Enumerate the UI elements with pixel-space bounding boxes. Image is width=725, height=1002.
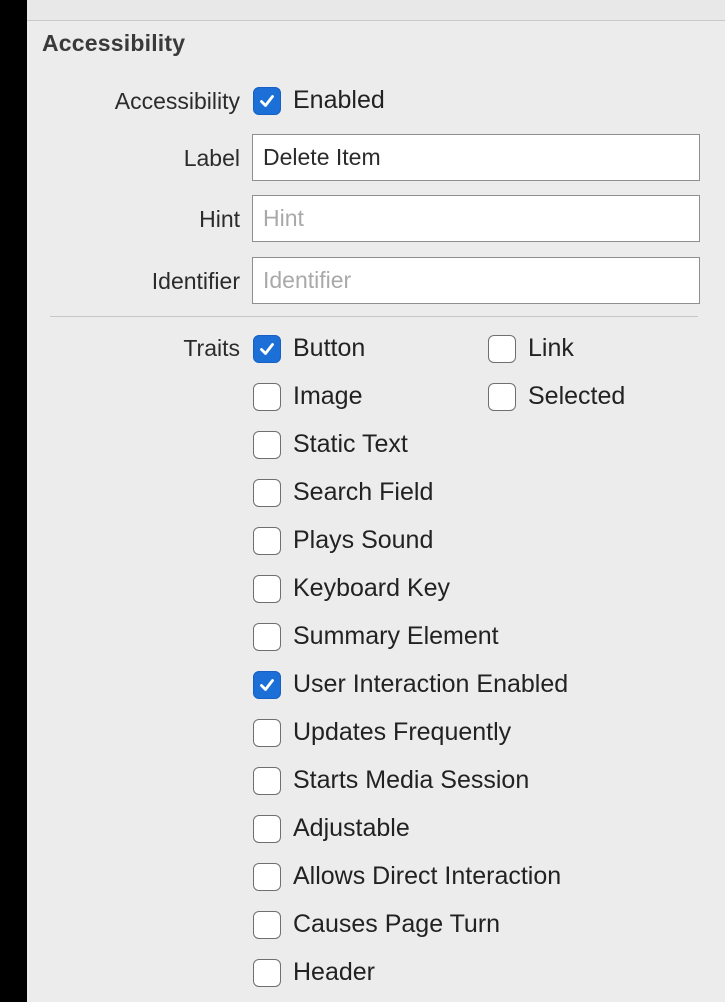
- checkbox-box: [488, 382, 516, 411]
- trait-label: Selected: [528, 382, 626, 410]
- trait-label: Allows Direct Interaction: [293, 862, 562, 890]
- trait-label: Starts Media Session: [293, 766, 530, 794]
- checkbox-box: [253, 86, 281, 115]
- label-input[interactable]: [252, 134, 700, 181]
- checkbox-box: [253, 526, 281, 555]
- trait-label: Summary Element: [293, 622, 499, 650]
- label-row-label: Label: [183, 145, 240, 171]
- accessibility-enabled-checkbox[interactable]: Enabled: [253, 86, 385, 115]
- trait-label: Keyboard Key: [293, 574, 451, 602]
- checkbox-box: [253, 814, 281, 843]
- checkbox-box: [253, 622, 281, 651]
- checkbox-box: [253, 430, 281, 459]
- identifier-input[interactable]: [252, 257, 700, 304]
- checkbox-box: [253, 382, 281, 411]
- checkbox-box: [253, 574, 281, 603]
- trait-summary-element-checkbox[interactable]: Summary Element: [253, 622, 499, 651]
- checkbox-box: [253, 958, 281, 987]
- trait-label: Static Text: [293, 430, 408, 458]
- trait-updates-frequently-checkbox[interactable]: Updates Frequently: [253, 718, 511, 747]
- trait-image-checkbox[interactable]: Image: [253, 382, 362, 411]
- trait-label: Header: [293, 958, 375, 986]
- trait-causes-page-turn-checkbox[interactable]: Causes Page Turn: [253, 910, 500, 939]
- section-divider: [50, 316, 698, 317]
- checkbox-box: [253, 766, 281, 795]
- checkmark-icon: [260, 94, 274, 107]
- trait-static-text-checkbox[interactable]: Static Text: [253, 430, 408, 459]
- trait-label: User Interaction Enabled: [293, 670, 569, 698]
- trait-label: Link: [528, 334, 574, 362]
- traits-label: Traits: [183, 335, 240, 361]
- trait-label: Adjustable: [293, 814, 410, 842]
- checkmark-icon: [260, 342, 274, 355]
- trait-label: Image: [293, 382, 363, 410]
- trait-header-checkbox[interactable]: Header: [253, 958, 375, 987]
- hint-input[interactable]: [252, 195, 700, 242]
- checkbox-box: [488, 334, 516, 363]
- panel-top-bar: [27, 0, 725, 21]
- accessibility-row-label: Accessibility: [114, 88, 240, 114]
- trait-label: Plays Sound: [293, 526, 434, 554]
- trait-label: Button: [293, 334, 366, 362]
- trait-keyboard-key-checkbox[interactable]: Keyboard Key: [253, 574, 450, 603]
- trait-plays-sound-checkbox[interactable]: Plays Sound: [253, 526, 433, 555]
- checkbox-box: [253, 670, 281, 699]
- checkbox-box: [253, 910, 281, 939]
- hint-row-label: Hint: [199, 206, 240, 232]
- trait-search-field-checkbox[interactable]: Search Field: [253, 478, 433, 507]
- trait-selected-checkbox[interactable]: Selected: [488, 382, 625, 411]
- trait-user-interaction-enabled-checkbox[interactable]: User Interaction Enabled: [253, 670, 568, 699]
- checkmark-icon: [260, 678, 274, 691]
- trait-link-checkbox[interactable]: Link: [488, 334, 574, 363]
- trait-button-checkbox[interactable]: Button: [253, 334, 365, 363]
- trait-label: Updates Frequently: [293, 718, 512, 746]
- checkbox-box: [253, 334, 281, 363]
- trait-label: Causes Page Turn: [293, 910, 501, 938]
- identifier-row-label: Identifier: [151, 268, 240, 294]
- accessibility-enabled-label: Enabled: [293, 86, 385, 114]
- trait-allows-direct-interaction-checkbox[interactable]: Allows Direct Interaction: [253, 862, 561, 891]
- checkbox-box: [253, 862, 281, 891]
- section-title: Accessibility: [42, 30, 186, 56]
- trait-adjustable-checkbox[interactable]: Adjustable: [253, 814, 410, 843]
- trait-starts-media-session-checkbox[interactable]: Starts Media Session: [253, 766, 529, 795]
- checkbox-box: [253, 718, 281, 747]
- trait-label: Search Field: [293, 478, 434, 506]
- checkbox-box: [253, 478, 281, 507]
